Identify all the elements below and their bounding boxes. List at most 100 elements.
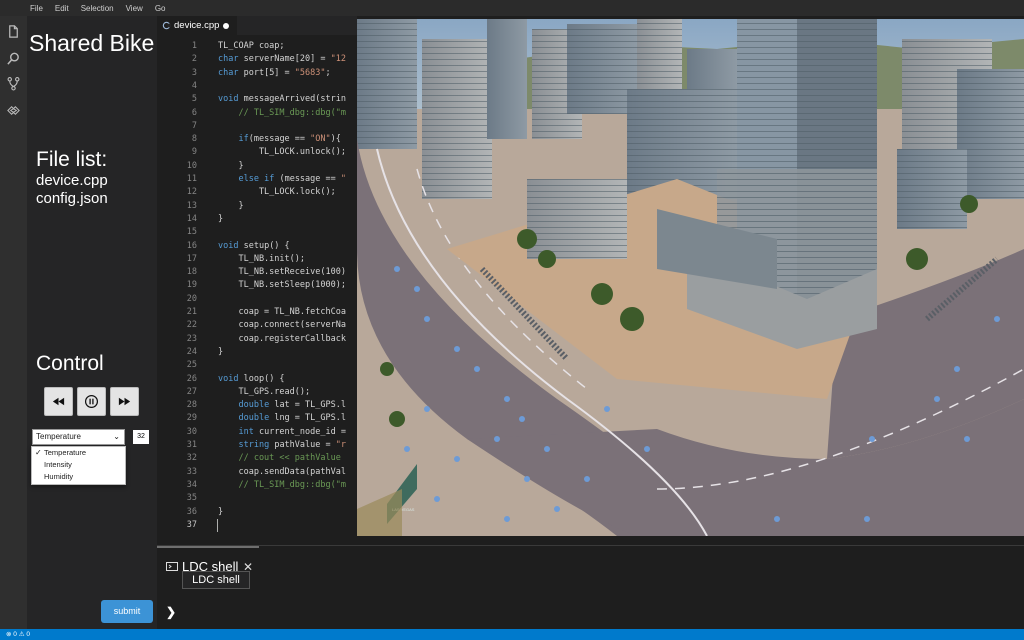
code-line[interactable]: 22 coap.connect(serverNa xyxy=(157,319,357,332)
sensor-dropdown: ✓ Temperature Intensity Humidity xyxy=(31,446,126,485)
shell-prompt[interactable]: ❯ xyxy=(166,605,176,619)
code-text: coap.connect(serverNa xyxy=(218,320,346,331)
menu-view[interactable]: View xyxy=(126,4,143,13)
code-line[interactable]: 32 // cout << pathValue xyxy=(157,452,357,465)
file-item-device-cpp[interactable]: device.cpp xyxy=(36,172,108,189)
value-display: 32 xyxy=(133,430,149,444)
line-number: 16 xyxy=(186,240,197,251)
terminal-icon xyxy=(166,562,178,571)
code-line[interactable]: 17 TL_NB.init(); xyxy=(157,253,357,266)
code-line[interactable]: 11 else if (message == " xyxy=(157,173,357,186)
option-label: Humidity xyxy=(44,472,74,481)
code-line[interactable]: 16 void setup() { xyxy=(157,240,357,253)
line-number: 29 xyxy=(186,413,197,424)
code-line[interactable]: 26 void loop() { xyxy=(157,373,357,386)
file-item-config-json[interactable]: config.json xyxy=(36,190,108,207)
code-text: int current_node_id = xyxy=(238,426,346,437)
line-number: 33 xyxy=(186,466,197,477)
code-line[interactable]: 13 } xyxy=(157,200,357,213)
code-editor[interactable]: device.cpp 1 TL_COAP coap; 2 char serverNam… xyxy=(157,16,357,545)
code-text: double lat = TL_GPS.l xyxy=(238,400,346,411)
menu-go[interactable]: Go xyxy=(155,4,166,13)
code-line[interactable]: 30 int current_node_id = xyxy=(157,426,357,439)
control-heading: Control xyxy=(36,352,104,375)
code-line[interactable]: 15 xyxy=(157,226,357,239)
problems-indicator[interactable]: ⊗ 0 ⚠ 0 xyxy=(6,629,30,640)
unsaved-dot-icon xyxy=(223,22,230,29)
files-icon[interactable] xyxy=(6,24,21,39)
code-line[interactable]: 6 // TL_SIM_dbg::dbg("m xyxy=(157,107,357,120)
code-line[interactable]: 25 xyxy=(157,359,357,372)
code-line[interactable]: 2 char serverName[20] = "12 xyxy=(157,53,357,66)
option-humidity[interactable]: Humidity xyxy=(32,471,125,483)
code-line[interactable]: 28 double lat = TL_GPS.l xyxy=(157,399,357,412)
option-label: Intensity xyxy=(44,460,72,469)
code-line[interactable]: 27 TL_GPS.read(); xyxy=(157,386,357,399)
option-intensity[interactable]: Intensity xyxy=(32,459,125,471)
line-number: 24 xyxy=(186,346,197,357)
code-text: string pathValue = "r xyxy=(238,440,346,450)
code-line[interactable]: 21 coap = TL_NB.fetchCoa xyxy=(157,306,357,319)
code-text: coap.sendData(pathVal xyxy=(218,466,346,477)
error-icon: ⊗ xyxy=(6,631,12,638)
code-line[interactable]: 4 xyxy=(157,80,357,93)
code-text: TL_GPS.read(); xyxy=(218,386,311,397)
code-line[interactable]: 1 TL_COAP coap; xyxy=(157,40,357,53)
code-text: TL_LOCK.lock(); xyxy=(218,187,336,198)
line-number: 23 xyxy=(186,333,197,344)
code-text: } xyxy=(218,506,224,517)
line-number: 31 xyxy=(186,440,197,450)
code-line[interactable]: 19 TL_NB.setSleep(1000); xyxy=(157,279,357,292)
code-text: } xyxy=(218,160,244,171)
pause-button[interactable] xyxy=(77,387,106,416)
code-line[interactable]: 36} xyxy=(157,506,357,519)
code-line[interactable]: 3 char port[5] = "5683"; xyxy=(157,67,357,80)
code-line[interactable]: 7 xyxy=(157,120,357,133)
line-number: 2 xyxy=(191,54,197,65)
line-number: 37 xyxy=(186,519,197,530)
code-line[interactable]: 9 TL_LOCK.unlock(); xyxy=(157,146,357,159)
code-line[interactable]: 14} xyxy=(157,213,357,226)
menu-selection[interactable]: Selection xyxy=(81,4,114,13)
code-text: } xyxy=(218,200,244,211)
editor-tab[interactable]: device.cpp xyxy=(157,16,237,35)
fast-forward-button[interactable] xyxy=(110,387,139,416)
code-line[interactable]: 31 string pathValue = "r xyxy=(157,439,357,452)
line-number: 6 xyxy=(191,107,197,118)
editor-tab-name: device.cpp xyxy=(174,20,220,31)
code-line[interactable]: 23 coap.registerCallback xyxy=(157,333,357,346)
bottom-panel: LDC shell ✕ LDC shell ❯ xyxy=(157,545,1024,629)
sensor-select[interactable]: Temperature ⌄ xyxy=(32,429,125,445)
sensor-select-value: Temperature xyxy=(36,432,81,441)
check-icon: ✓ xyxy=(35,448,42,457)
code-line[interactable]: 10 } xyxy=(157,160,357,173)
code-line[interactable]: 29 double lng = TL_GPS.l xyxy=(157,412,357,425)
search-icon[interactable] xyxy=(6,51,21,66)
remote-icon[interactable] xyxy=(6,103,21,118)
code-line[interactable]: 12 TL_LOCK.lock(); xyxy=(157,186,357,199)
line-number: 25 xyxy=(186,360,197,371)
rewind-button[interactable] xyxy=(44,387,73,416)
line-number: 32 xyxy=(186,453,197,464)
submit-button[interactable]: submit xyxy=(101,600,153,623)
pause-icon xyxy=(84,394,99,409)
line-number: 20 xyxy=(186,293,197,304)
code-line[interactable]: 8 if(message == "ON"){ xyxy=(157,133,357,146)
code-line[interactable]: 34 // TL_SIM_dbg::dbg("m xyxy=(157,479,357,492)
line-number: 28 xyxy=(186,400,197,411)
simulation-view[interactable]: LAS VEGAS xyxy=(357,19,1024,536)
code-line[interactable]: 24} xyxy=(157,346,357,359)
fast-forward-icon xyxy=(118,397,131,406)
code-line[interactable]: 33 coap.sendData(pathVal xyxy=(157,466,357,479)
code-line[interactable]: 18 TL_NB.setReceive(100) xyxy=(157,266,357,279)
code-line[interactable]: 20 xyxy=(157,293,357,306)
line-number: 4 xyxy=(191,80,197,91)
menu-edit[interactable]: Edit xyxy=(55,4,69,13)
source-control-icon[interactable] xyxy=(6,76,21,91)
code-line[interactable]: 37 xyxy=(157,519,357,532)
option-temperature[interactable]: ✓ Temperature xyxy=(32,447,125,459)
code-line[interactable]: 35 xyxy=(157,492,357,505)
menu-file[interactable]: File xyxy=(30,4,43,13)
code-line[interactable]: 5 void messageArrived(strin xyxy=(157,93,357,106)
activity-bar xyxy=(0,16,27,629)
